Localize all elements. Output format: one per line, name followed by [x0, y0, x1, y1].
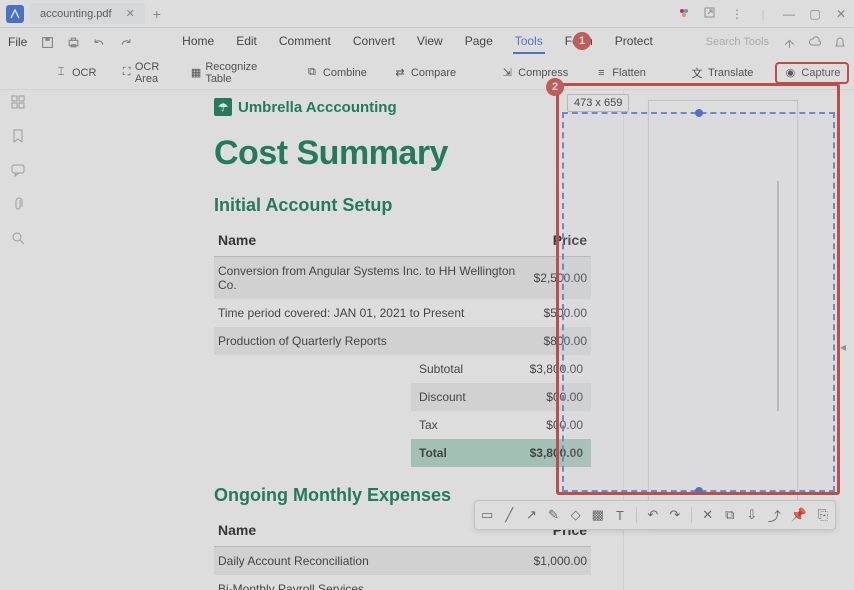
menu-bar-row: File Home Edit Comment Convert View Page…: [0, 28, 854, 56]
highlighter-icon[interactable]: ◇: [570, 507, 582, 523]
tab-title: accounting.pdf: [40, 8, 112, 20]
camera-icon: ◉: [783, 66, 797, 80]
capture-toolbar: ▭ ╱ ↗ ✎ ◇ ▩ T ↶ ↷ ✕ ⧉ ⇩ ⤴ 📌 ⎘: [474, 500, 836, 530]
bell-icon[interactable]: [834, 36, 846, 49]
cloud-icon[interactable]: [808, 36, 822, 49]
close-window-icon[interactable]: ✕: [834, 7, 848, 21]
callout-badge-2: 2: [546, 78, 564, 96]
more-icon[interactable]: ⋮: [730, 7, 744, 21]
text-tool-icon[interactable]: T: [614, 507, 626, 523]
pen-tool-icon[interactable]: ✎: [547, 507, 559, 523]
comments-icon[interactable]: [10, 162, 26, 178]
compress-icon: ⇲: [500, 66, 514, 80]
translate-button[interactable]: 文Translate: [686, 63, 757, 83]
ocr-area-button[interactable]: ⛶OCR Area: [118, 58, 168, 88]
capture-selection[interactable]: [562, 112, 835, 492]
table-row: Time period covered: JAN 01, 2021 to Pre…: [214, 299, 530, 327]
print-icon[interactable]: [65, 34, 81, 50]
flatten-button[interactable]: ≡Flatten: [590, 63, 650, 83]
undo-icon[interactable]: [91, 34, 107, 50]
translate-icon: 文: [690, 66, 704, 80]
minimize-icon[interactable]: —: [782, 7, 796, 21]
open-external-icon[interactable]: [704, 7, 718, 21]
attachments-icon[interactable]: [10, 196, 26, 212]
cancel-snap-icon[interactable]: ✕: [702, 507, 714, 523]
copy-snap-icon[interactable]: ⧉: [724, 507, 736, 523]
menu-protect[interactable]: Protect: [613, 30, 655, 54]
selection-size-label: 473 x 659: [567, 94, 629, 112]
umbrella-icon: ☂: [214, 98, 232, 116]
combine-button[interactable]: ⧉Combine: [301, 63, 371, 83]
new-tab-button[interactable]: +: [153, 6, 161, 22]
ocr-button[interactable]: ⌶OCR: [50, 63, 100, 83]
menu-home[interactable]: Home: [180, 30, 216, 54]
ocr-icon: ⌶: [54, 66, 68, 80]
capture-button[interactable]: ◉Capture: [775, 62, 848, 84]
redo-snap-icon[interactable]: ↷: [669, 507, 681, 523]
initial-setup-table: NamePrice Conversion from Angular System…: [214, 224, 591, 355]
titlebar: accounting.pdf ✕ + ⋮ | — ▢ ✕: [0, 0, 854, 28]
save-icon[interactable]: [39, 34, 55, 50]
menu-view[interactable]: View: [415, 30, 445, 54]
arrow-tool-icon[interactable]: ↗: [525, 507, 537, 523]
section-heading: Initial Account Setup: [214, 195, 591, 216]
page-title: Cost Summary: [214, 134, 591, 173]
menu-edit[interactable]: Edit: [234, 30, 259, 54]
bookmark-icon[interactable]: [10, 128, 26, 144]
main-menu: Home Edit Comment Convert View Page Tool…: [143, 30, 691, 54]
menu-comment[interactable]: Comment: [277, 30, 333, 54]
menu-tools[interactable]: Tools: [513, 30, 545, 54]
company-brand: ☂ Umbrella Acccounting: [214, 98, 591, 116]
menu-page[interactable]: Page: [463, 30, 495, 54]
file-menu[interactable]: File: [8, 35, 27, 49]
redo-icon[interactable]: [117, 34, 133, 50]
close-tab-icon[interactable]: ✕: [126, 7, 135, 20]
ocr-area-icon: ⛶: [122, 66, 130, 80]
search-rail-icon[interactable]: [10, 230, 26, 246]
table-row: Bi-Monthly Payroll Services: [214, 575, 486, 590]
line-tool-icon[interactable]: ╱: [503, 507, 515, 523]
palette-icon[interactable]: [678, 7, 692, 21]
confirm-snap-icon[interactable]: ⎘: [817, 507, 829, 523]
compare-button[interactable]: ⇄Compare: [389, 63, 460, 83]
menu-convert[interactable]: Convert: [351, 30, 397, 54]
flatten-icon: ≡: [594, 66, 608, 80]
recognize-table-button[interactable]: ▦Recognize Table: [187, 58, 265, 88]
table-icon: ▦: [191, 66, 201, 80]
thumbnails-icon[interactable]: [10, 94, 26, 110]
save-snap-icon[interactable]: ⇩: [746, 507, 758, 523]
pin-snap-icon[interactable]: 📌: [791, 507, 807, 523]
table-row: Daily Account Reconciliation: [214, 547, 486, 576]
mosaic-icon[interactable]: ▩: [592, 507, 604, 523]
tools-toolbar: ⌶OCR ⛶OCR Area ▦Recognize Table ⧉Combine…: [0, 56, 854, 90]
search-tools-input[interactable]: Search Tools: [706, 36, 769, 48]
callout-badge-1: 1: [573, 32, 591, 50]
maximize-icon[interactable]: ▢: [808, 7, 822, 21]
undo-snap-icon[interactable]: ↶: [647, 507, 659, 523]
table-row: Conversion from Angular Systems Inc. to …: [214, 257, 530, 300]
combine-icon: ⧉: [305, 66, 319, 80]
table-row: Production of Quarterly Reports: [214, 327, 530, 355]
share-icon[interactable]: [783, 36, 796, 49]
app-icon: [6, 5, 24, 23]
compare-icon: ⇄: [393, 66, 407, 80]
export-snap-icon[interactable]: ⤴: [768, 507, 781, 523]
rect-tool-icon[interactable]: ▭: [481, 507, 493, 523]
expand-panel-icon[interactable]: ◂: [836, 340, 850, 354]
document-tab[interactable]: accounting.pdf ✕: [30, 3, 145, 24]
left-rail: [0, 90, 36, 590]
